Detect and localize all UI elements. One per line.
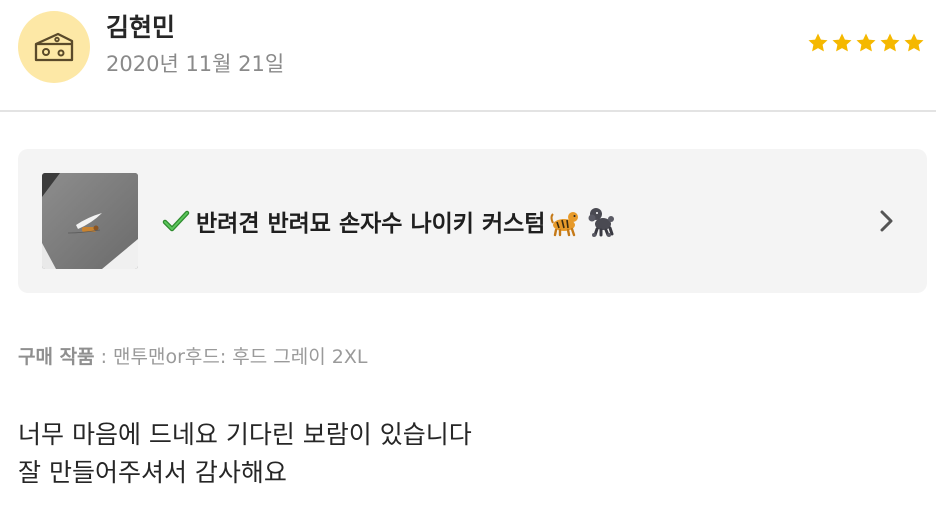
review-header: 김현민 2020년 11월 21일 bbox=[0, 0, 936, 112]
star-icon bbox=[856, 33, 876, 52]
purchase-separator: : bbox=[94, 346, 114, 368]
chevron-right-icon[interactable] bbox=[878, 207, 896, 235]
poodle-icon bbox=[588, 208, 615, 237]
star-rating bbox=[806, 30, 928, 56]
star-icon bbox=[808, 33, 828, 52]
star-icon bbox=[832, 33, 852, 52]
purchase-label: 구매 작품 bbox=[18, 346, 95, 368]
star-icon bbox=[880, 33, 900, 52]
product-thumbnail bbox=[42, 173, 138, 269]
review-text-line: 잘 만들어주셔서 감사해요 bbox=[18, 458, 287, 487]
review-body: 너무 마음에 드네요 기다린 보람이 있습니다 잘 만들어주셔서 감사해요 bbox=[18, 416, 472, 492]
avatar bbox=[18, 11, 90, 83]
tiger-icon bbox=[550, 212, 579, 237]
check-mark-icon bbox=[162, 210, 190, 232]
review-date: 2020년 11월 21일 bbox=[106, 52, 285, 76]
purchase-option: 맨투맨or후드: 후드 그레이 2XL bbox=[113, 346, 368, 368]
cheese-icon bbox=[34, 32, 74, 62]
product-card[interactable]: 반려견 반려묘 손자수 나이키 커스텀 bbox=[18, 149, 927, 293]
star-icon bbox=[904, 33, 924, 52]
product-title: 반려견 반려묘 손자수 나이키 커스텀 bbox=[196, 211, 546, 237]
review-text-line: 너무 마음에 드네요 기다린 보람이 있습니다 bbox=[18, 420, 472, 449]
product-title-row[interactable]: 반려견 반려묘 손자수 나이키 커스텀 bbox=[160, 201, 617, 241]
author-name: 김현민 bbox=[106, 13, 176, 42]
purchase-info: 구매 작품 : 맨투맨or후드: 후드 그레이 2XL bbox=[18, 342, 367, 372]
